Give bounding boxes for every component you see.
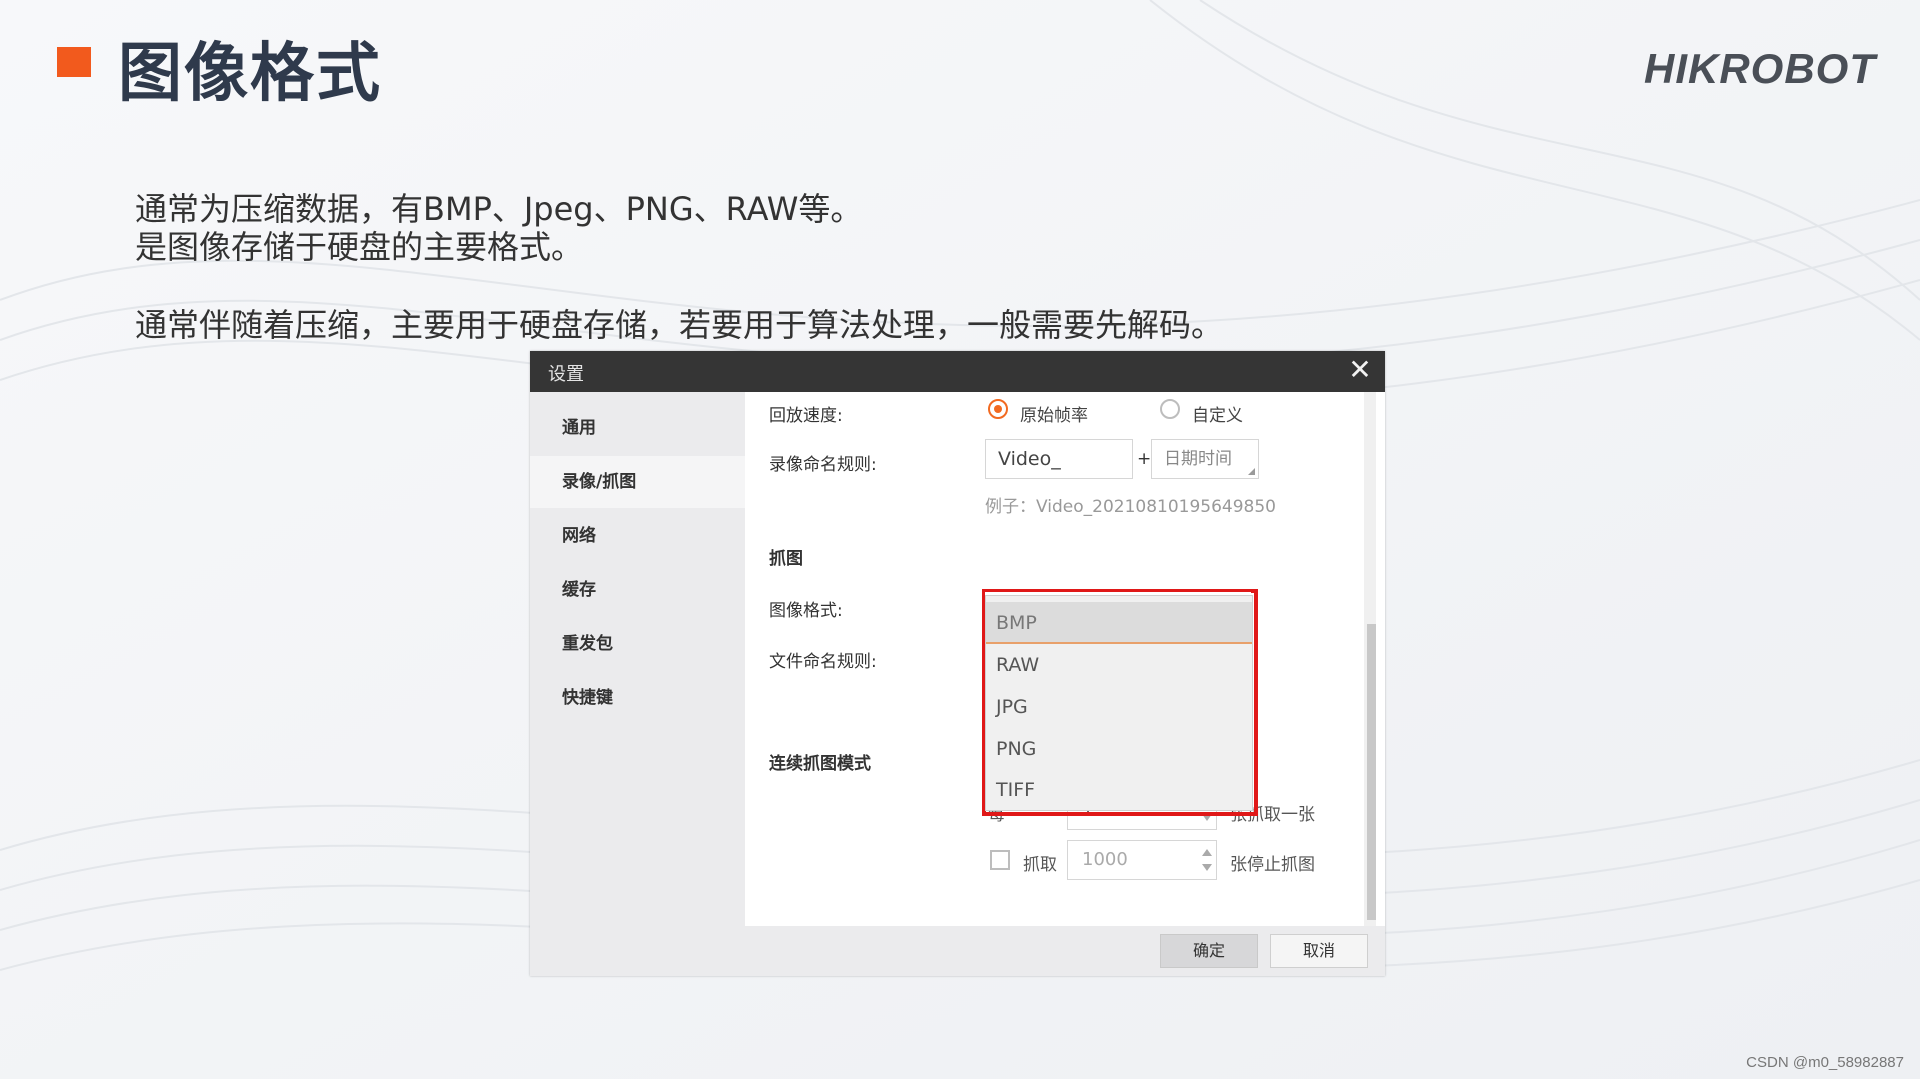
- body-line-2: 是图像存储于硬盘的主要格式。: [135, 228, 584, 266]
- capture-limit-suffix: 张停止抓图: [1230, 855, 1315, 875]
- scrollbar-thumb[interactable]: [1367, 624, 1376, 920]
- video-prefix-input[interactable]: Video_: [985, 439, 1133, 479]
- sidebar-item-network[interactable]: 网络: [530, 510, 745, 562]
- capture-limit-value: 1000: [1082, 849, 1128, 870]
- continuous-capture-label: 连续抓图模式: [769, 754, 871, 774]
- corner-resize-icon: [1248, 468, 1255, 475]
- close-icon[interactable]: ✕: [1345, 355, 1375, 385]
- sidebar-item-resend[interactable]: 重发包: [530, 618, 745, 670]
- format-option-raw[interactable]: RAW: [986, 644, 1252, 686]
- hikrobot-logo: HIKROBOT: [1644, 45, 1876, 92]
- dialog-title: 设置: [548, 364, 584, 385]
- watermark: CSDN @m0_58982887: [1746, 1054, 1904, 1071]
- plus-sign: +: [1137, 449, 1152, 469]
- radio-original-rate-label: 原始帧率: [1020, 406, 1088, 426]
- dialog-titlebar: 设置 ✕: [530, 351, 1385, 392]
- spin-up-icon[interactable]: [1202, 849, 1212, 856]
- sidebar-item-shortcuts[interactable]: 快捷键: [530, 672, 745, 724]
- sidebar-item-general[interactable]: 通用: [530, 402, 745, 454]
- sidebar-item-cache[interactable]: 缓存: [530, 564, 745, 616]
- spin-down-icon[interactable]: [1202, 864, 1212, 871]
- title-square-icon: [57, 47, 91, 77]
- video-naming-label: 录像命名规则:: [769, 455, 877, 475]
- capture-limit-label: 抓取: [1023, 855, 1057, 875]
- radio-custom[interactable]: [1160, 399, 1180, 419]
- playback-speed-label: 回放速度:: [769, 406, 843, 426]
- video-naming-example: 例子：Video_20210810195649850: [985, 497, 1277, 517]
- slide-title: 图像格式: [118, 37, 382, 111]
- slide: 图像格式 HIKROBOT 通常为压缩数据，有BMP、Jpeg、PNG、RAW等…: [0, 0, 1920, 1079]
- video-suffix-select[interactable]: 日期时间: [1151, 439, 1259, 479]
- image-format-dropdown-list: BMP RAW JPG PNG TIFF: [985, 595, 1253, 811]
- file-naming-label: 文件命名规则:: [769, 652, 877, 672]
- dialog-footer: 确定 取消: [530, 926, 1385, 976]
- video-suffix-value: 日期时间: [1164, 449, 1232, 469]
- dialog-sidebar: 通用 录像/抓图 网络 缓存 重发包 快捷键: [530, 392, 745, 926]
- body-line-3: 通常伴随着压缩，主要用于硬盘存储，若要用于算法处理，一般需要先解码。: [135, 306, 1224, 344]
- capture-limit-spinbox[interactable]: 1000: [1067, 840, 1217, 880]
- format-option-bmp[interactable]: BMP: [986, 602, 1252, 644]
- cancel-button[interactable]: 取消: [1270, 934, 1368, 968]
- format-option-png[interactable]: PNG: [986, 728, 1252, 770]
- format-option-jpg[interactable]: JPG: [986, 686, 1252, 728]
- radio-original-rate[interactable]: [988, 399, 1008, 419]
- image-format-label: 图像格式:: [769, 601, 843, 621]
- ok-button[interactable]: 确定: [1160, 934, 1258, 968]
- format-option-tiff[interactable]: TIFF: [986, 769, 1252, 811]
- capture-limit-checkbox[interactable]: [990, 850, 1010, 870]
- sidebar-item-record-capture[interactable]: 录像/抓图: [530, 456, 745, 508]
- radio-custom-label: 自定义: [1192, 406, 1243, 426]
- capture-section-title: 抓图: [769, 549, 803, 569]
